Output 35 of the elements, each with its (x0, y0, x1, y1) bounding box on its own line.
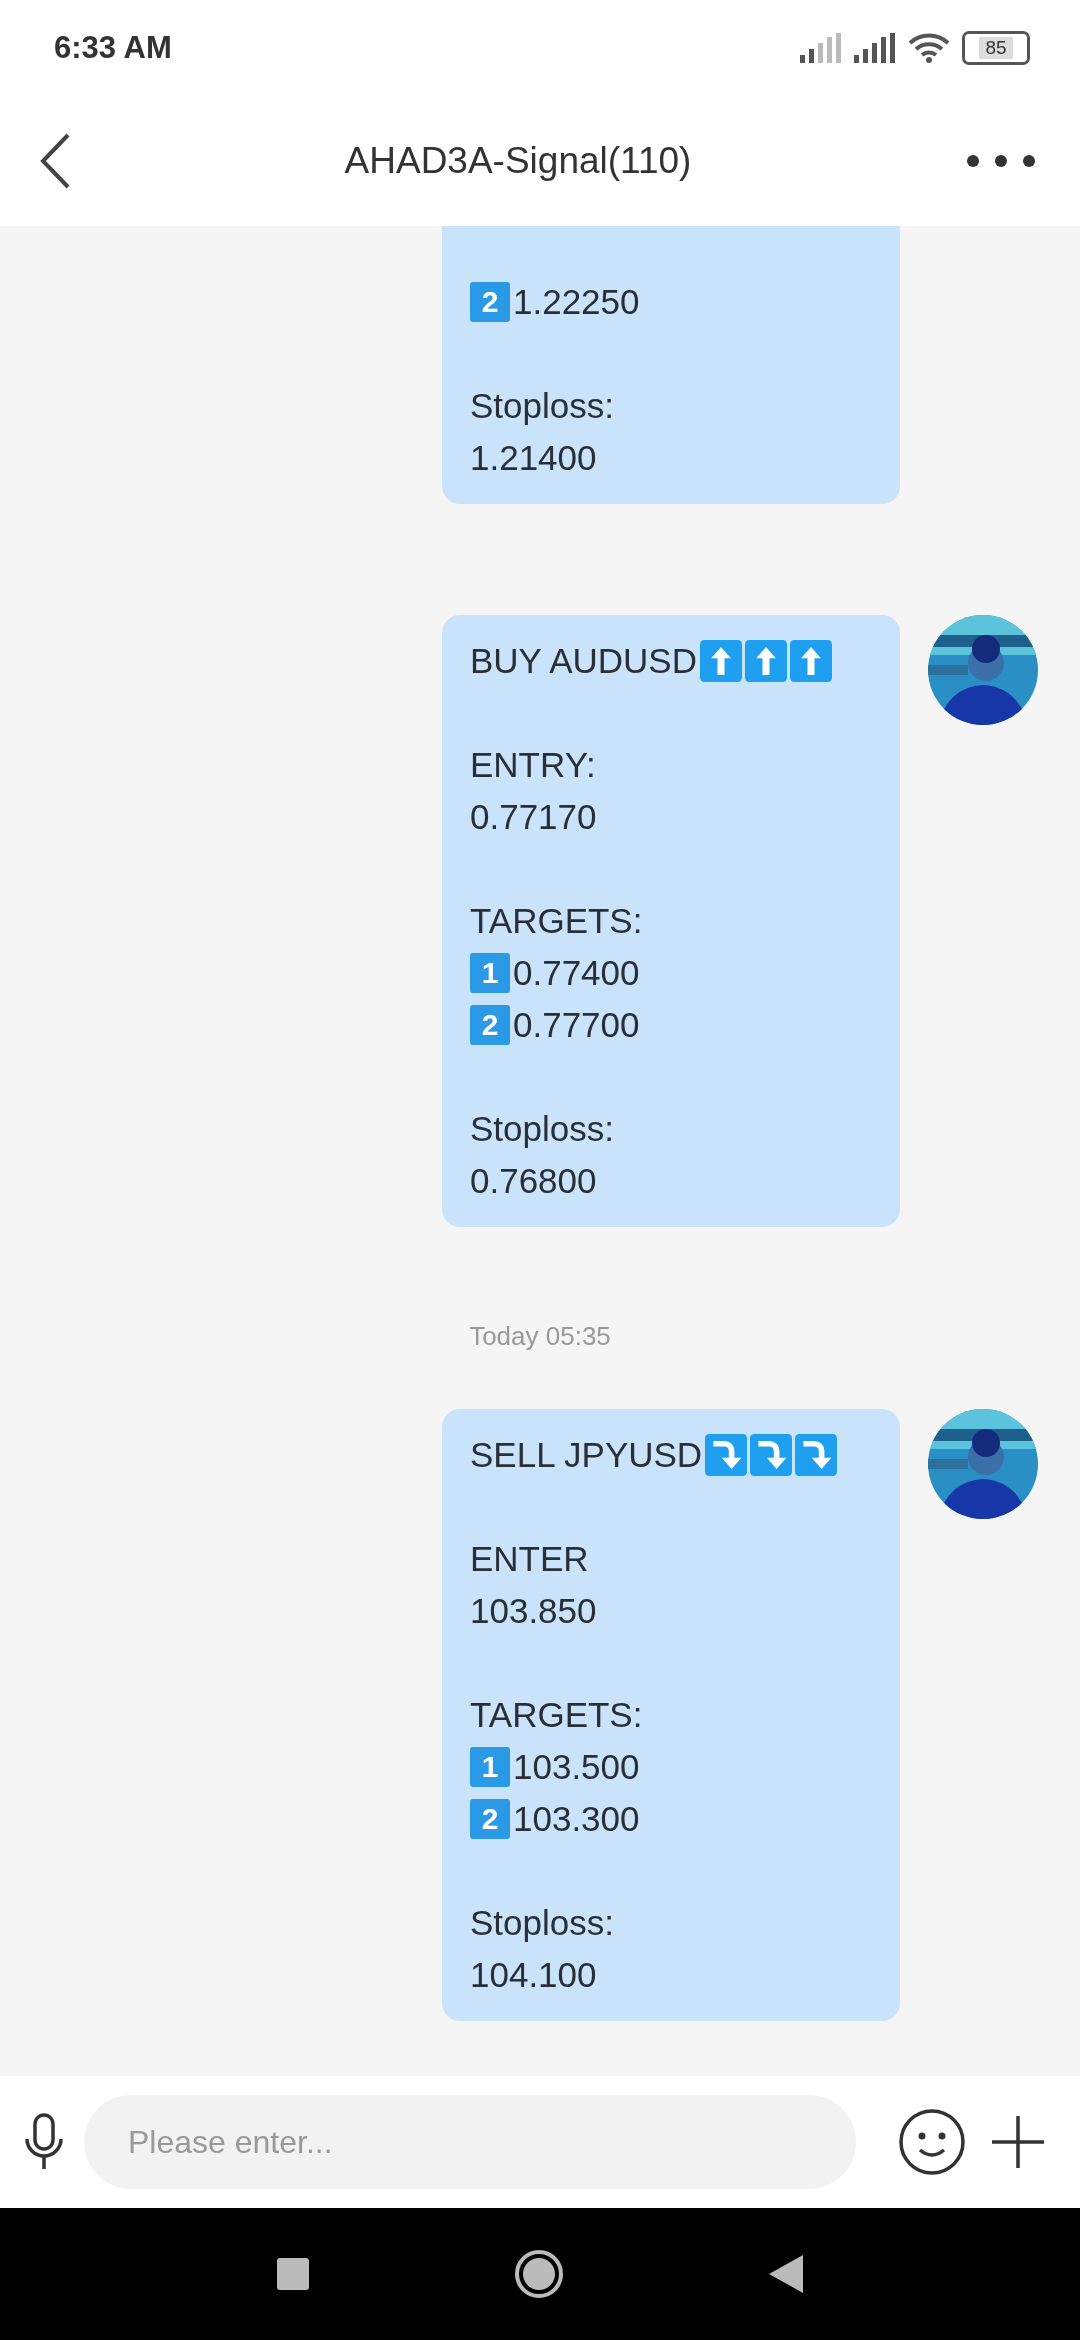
message-text: 0.77700 (513, 1005, 640, 1045)
signal-icon (854, 33, 896, 63)
message-text: TARGETS: (470, 1695, 643, 1735)
message-text: Stoploss: (470, 1109, 614, 1149)
message-text: Stoploss: (470, 1903, 614, 1943)
message-text: 0.77400 (513, 953, 640, 993)
timestamp: Today 05:35 (469, 1321, 611, 1352)
message-text: 103.500 (513, 1747, 640, 1787)
message-text: 103.850 (470, 1591, 597, 1631)
message-text: BUY AUDUSD (470, 641, 697, 681)
message-text: Stoploss: (470, 386, 614, 426)
chat-title: AHAD3A-Signal(110) (344, 140, 692, 182)
message-text: ENTER (470, 1539, 589, 1579)
message-text: 1.21400 (470, 438, 597, 478)
message-input[interactable]: Please enter... (84, 2095, 856, 2189)
keycap-number: 2 (470, 1005, 510, 1045)
message-text: TARGETS: (470, 901, 643, 941)
message-text: 103.300 (513, 1799, 640, 1839)
battery-icon: 85 (962, 31, 1030, 65)
home-icon (514, 2249, 564, 2299)
message-text: SELL JPYUSD (470, 1435, 703, 1475)
message-text: 104.100 (470, 1955, 597, 1995)
message-text: 0.76800 (470, 1161, 597, 1201)
keycap-number: 1 (470, 953, 510, 993)
back-icon (769, 2255, 803, 2293)
keycap-number: 1 (470, 1747, 510, 1787)
recents-icon (277, 2258, 309, 2290)
keycap-number: 2 (470, 1799, 510, 1839)
message-text: 1.22250 (513, 282, 640, 322)
signal-icon (800, 33, 842, 63)
wifi-icon (908, 32, 950, 64)
keycap-number: 2 (470, 282, 510, 322)
message-text: 0.77170 (470, 797, 597, 837)
status-time: 6:33 AM (54, 30, 172, 66)
message-text: ENTRY: (470, 745, 596, 785)
